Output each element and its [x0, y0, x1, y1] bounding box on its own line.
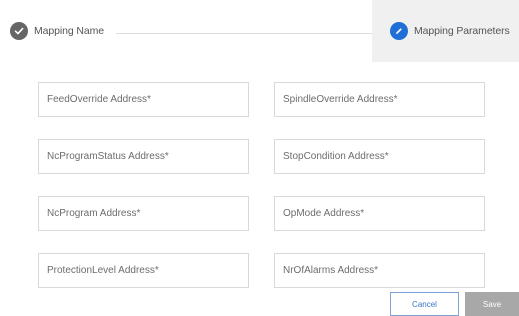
spindle-override-address-field[interactable] — [274, 82, 485, 117]
stop-condition-address-field[interactable] — [274, 139, 485, 174]
nr-of-alarms-address-input[interactable] — [275, 254, 484, 287]
stop-condition-address-input[interactable] — [275, 140, 484, 173]
op-mode-address-input[interactable] — [275, 197, 484, 230]
save-button[interactable]: Save — [465, 292, 519, 316]
protection-level-address-field[interactable] — [38, 253, 249, 288]
nc-program-status-address-field[interactable] — [38, 139, 249, 174]
cancel-button[interactable]: Cancel — [390, 292, 459, 316]
step-mapping-parameters[interactable]: Mapping Parameters — [390, 22, 510, 40]
step-label: Mapping Parameters — [414, 25, 510, 37]
step-connector — [116, 33, 372, 34]
nc-program-address-field[interactable] — [38, 196, 249, 231]
pencil-icon — [390, 22, 408, 40]
protection-level-address-input[interactable] — [39, 254, 248, 287]
stepper: Mapping Name Mapping Parameters — [0, 0, 519, 62]
step-label: Mapping Name — [34, 25, 105, 37]
nc-program-address-input[interactable] — [39, 197, 248, 230]
op-mode-address-field[interactable] — [274, 196, 485, 231]
feed-override-address-input[interactable] — [39, 83, 248, 116]
check-icon — [10, 22, 28, 40]
step-mapping-name[interactable]: Mapping Name — [10, 22, 104, 40]
nc-program-status-address-input[interactable] — [39, 140, 248, 173]
nr-of-alarms-address-field[interactable] — [274, 253, 485, 288]
feed-override-address-field[interactable] — [38, 82, 249, 117]
spindle-override-address-input[interactable] — [275, 83, 484, 116]
